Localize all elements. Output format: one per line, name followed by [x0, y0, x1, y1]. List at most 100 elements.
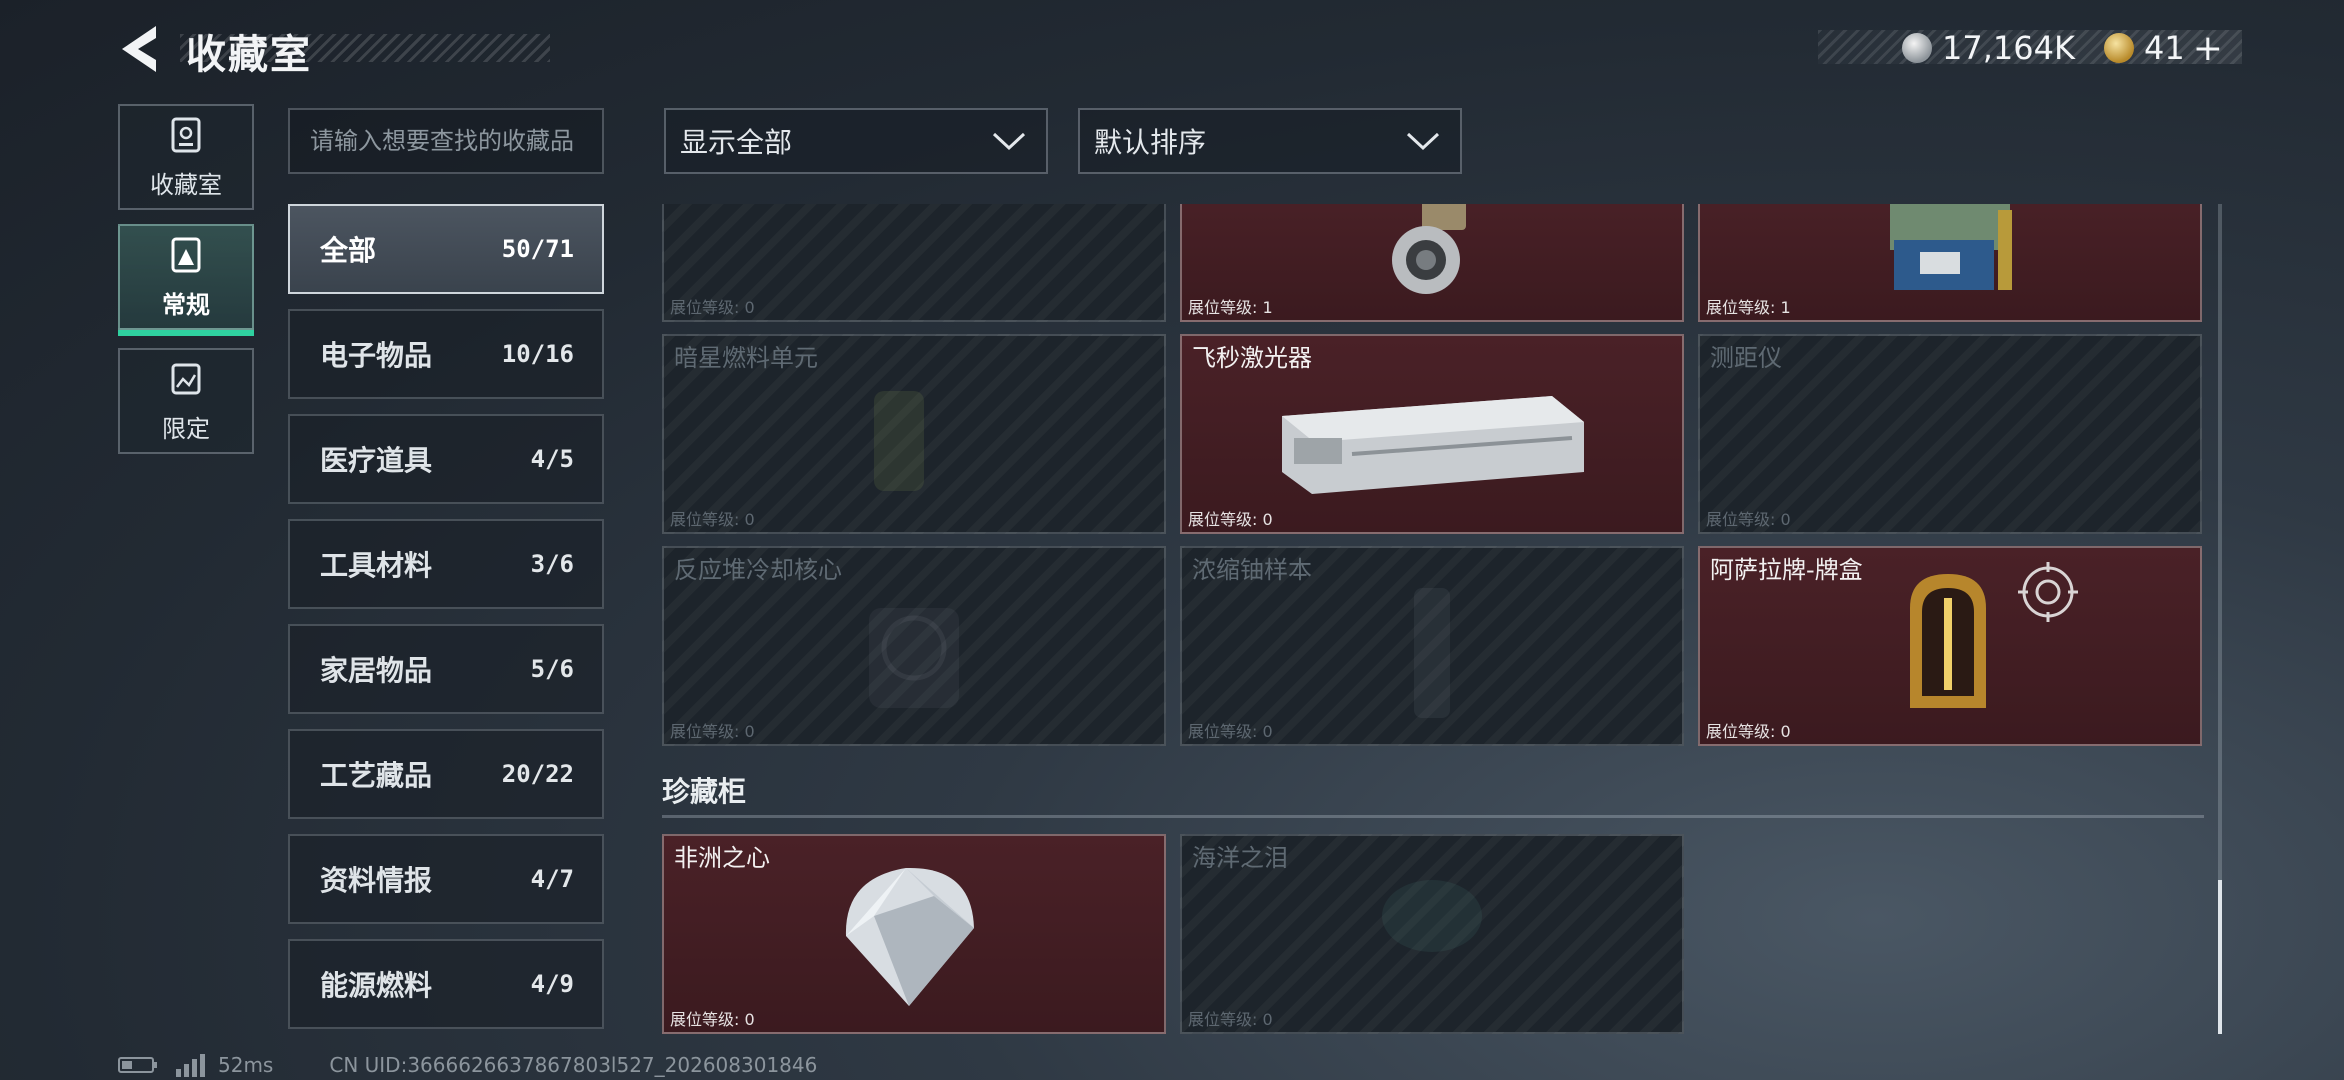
silver-coin-icon: [1902, 33, 1932, 63]
card-box-icon: [1910, 574, 1986, 708]
tab-limited[interactable]: 限定: [118, 348, 254, 454]
collection-item-card[interactable]: 测距仪 展位等级: 0: [1698, 334, 2202, 534]
category-intel[interactable]: 资料情报 4/7: [288, 834, 604, 924]
category-name: 医疗道具: [320, 444, 433, 477]
item-level: 展位等级: 0: [670, 1010, 755, 1029]
tab-limited-label: 限定: [162, 414, 210, 443]
item-name: 测距仪: [1710, 344, 1782, 372]
active-tab-indicator: [118, 330, 254, 336]
category-count: 50/71: [501, 235, 574, 263]
collection-item-card[interactable]: 非洲之心 展位等级: 0: [662, 834, 1166, 1034]
page-title: 收藏室: [186, 32, 312, 78]
category-count: 3/6: [530, 550, 574, 578]
sort-dropdown[interactable]: 默认排序: [1078, 108, 1462, 174]
item-level: 展位等级: 0: [1188, 510, 1273, 529]
gold-currency-value: 41: [2144, 29, 2185, 67]
section-title-treasure: 珍藏柜: [662, 775, 747, 808]
collection-item-card[interactable]: 展位等级: 0: [662, 204, 1166, 322]
collection-grid: 展位等级: 0 展位等级: 1 展位等级: 1 暗星燃料单元 展位等级: 0 飞…: [660, 204, 2202, 1034]
section-divider: [662, 815, 2204, 818]
category-name: 能源燃料: [320, 969, 433, 1002]
show-filter-value: 显示全部: [680, 126, 793, 159]
item-name: 反应堆冷却核心: [674, 556, 842, 584]
item-name: 飞秒激光器: [1192, 344, 1312, 372]
sort-value: 默认排序: [1094, 126, 1207, 159]
silver-currency-value: 17,164K: [1942, 29, 2075, 67]
tab-collection-room-label: 收藏室: [150, 170, 222, 199]
item-level: 展位等级: 0: [1188, 722, 1273, 741]
laser-device-icon: [1282, 396, 1584, 494]
category-household[interactable]: 家居物品 5/6: [288, 624, 604, 714]
item-name: 暗星燃料单元: [674, 344, 818, 372]
collection-item-card[interactable]: 浓缩铀样本 展位等级: 0: [1180, 546, 1684, 746]
collection-item-card[interactable]: 飞秒激光器 展位等级: 0: [1180, 334, 1684, 534]
uid-text: CN UID:3666626637867803l527_202608301846: [329, 1053, 818, 1077]
category-count: 20/22: [501, 760, 574, 788]
tab-regular[interactable]: 常规: [118, 224, 254, 336]
item-level: 展位等级: 0: [670, 510, 755, 529]
category-count: 10/16: [501, 340, 574, 368]
item-level: 展位等级: 1: [1706, 298, 1791, 317]
gem-icon: [1382, 880, 1482, 952]
category-name: 工艺藏品: [320, 759, 433, 792]
search-input[interactable]: [288, 108, 604, 174]
item-level: 展位等级: 1: [1188, 298, 1273, 317]
item-level: 展位等级: 0: [1706, 722, 1791, 741]
back-arrow-icon: [122, 26, 156, 72]
category-name: 全部: [320, 234, 377, 267]
collection-item-card[interactable]: 展位等级: 1: [1698, 204, 2202, 322]
regular-display-icon: [171, 237, 201, 272]
category-electronics[interactable]: 电子物品 10/16: [288, 309, 604, 399]
gold-triangle-coin-icon: [2104, 33, 2134, 63]
item-name: 非洲之心: [674, 844, 770, 872]
reactor-core-icon: [869, 608, 959, 708]
category-tools[interactable]: 工具材料 3/6: [288, 519, 604, 609]
category-name: 工具材料: [320, 549, 433, 582]
category-fuel[interactable]: 能源燃料 4/9: [288, 939, 604, 1029]
status-footer: 52ms CN UID:3666626637867803l527_2026083…: [118, 1052, 817, 1078]
fuel-cell-icon: [874, 391, 924, 491]
category-medical[interactable]: 医疗道具 4/5: [288, 414, 604, 504]
diamond-icon: [845, 867, 974, 1006]
silver-currency: 17,164K: [1902, 28, 2075, 68]
category-all[interactable]: 全部 50/71: [288, 204, 604, 294]
category-count: 5/6: [530, 655, 574, 683]
add-currency-button[interactable]: +: [2193, 28, 2223, 69]
collection-item-card[interactable]: 反应堆冷却核心 展位等级: 0: [662, 546, 1166, 746]
category-crafts[interactable]: 工艺藏品 20/22: [288, 729, 604, 819]
gold-currency: 41 +: [2104, 28, 2223, 69]
electronic-device-icon: [1890, 204, 2012, 290]
collection-item-card[interactable]: 暗星燃料单元 展位等级: 0: [662, 334, 1166, 534]
uranium-sample-icon: [1414, 588, 1450, 718]
item-level: 展位等级: 0: [1188, 1010, 1273, 1029]
item-level: 展位等级: 0: [670, 722, 755, 741]
category-count: 4/5: [530, 445, 574, 473]
item-level: 展位等级: 0: [1706, 510, 1791, 529]
collection-item-card[interactable]: 展位等级: 1: [1180, 204, 1684, 322]
show-filter-dropdown[interactable]: 显示全部: [664, 108, 1048, 174]
mechanical-part-icon: [1392, 204, 1466, 294]
signal-icon: [176, 1054, 205, 1077]
tab-regular-label: 常规: [162, 290, 210, 319]
category-count: 4/9: [530, 970, 574, 998]
chevron-down-icon: [992, 132, 1026, 151]
collection-room-icon: [171, 117, 201, 152]
back-button[interactable]: [116, 22, 160, 76]
chevron-down-icon: [1406, 132, 1440, 151]
category-name: 家居物品: [320, 654, 433, 687]
ping-value: 52ms: [218, 1053, 274, 1077]
target-icon[interactable]: [2018, 562, 2078, 622]
item-name: 浓缩铀样本: [1192, 556, 1312, 584]
item-name: 海洋之泪: [1192, 844, 1288, 872]
category-name: 电子物品: [320, 339, 433, 372]
scrollbar-thumb[interactable]: [2218, 880, 2222, 1034]
tab-collection-room[interactable]: 收藏室: [118, 104, 254, 210]
battery-icon: [118, 1057, 157, 1073]
category-name: 资料情报: [320, 864, 433, 897]
limited-display-icon: [171, 363, 201, 394]
category-count: 4/7: [530, 865, 574, 893]
item-level: 展位等级: 0: [670, 298, 755, 317]
collection-item-card[interactable]: 阿萨拉牌-牌盒 展位等级: 0: [1698, 546, 2202, 746]
item-name: 阿萨拉牌-牌盒: [1710, 556, 1863, 584]
collection-item-card[interactable]: 海洋之泪 展位等级: 0: [1180, 834, 1684, 1034]
